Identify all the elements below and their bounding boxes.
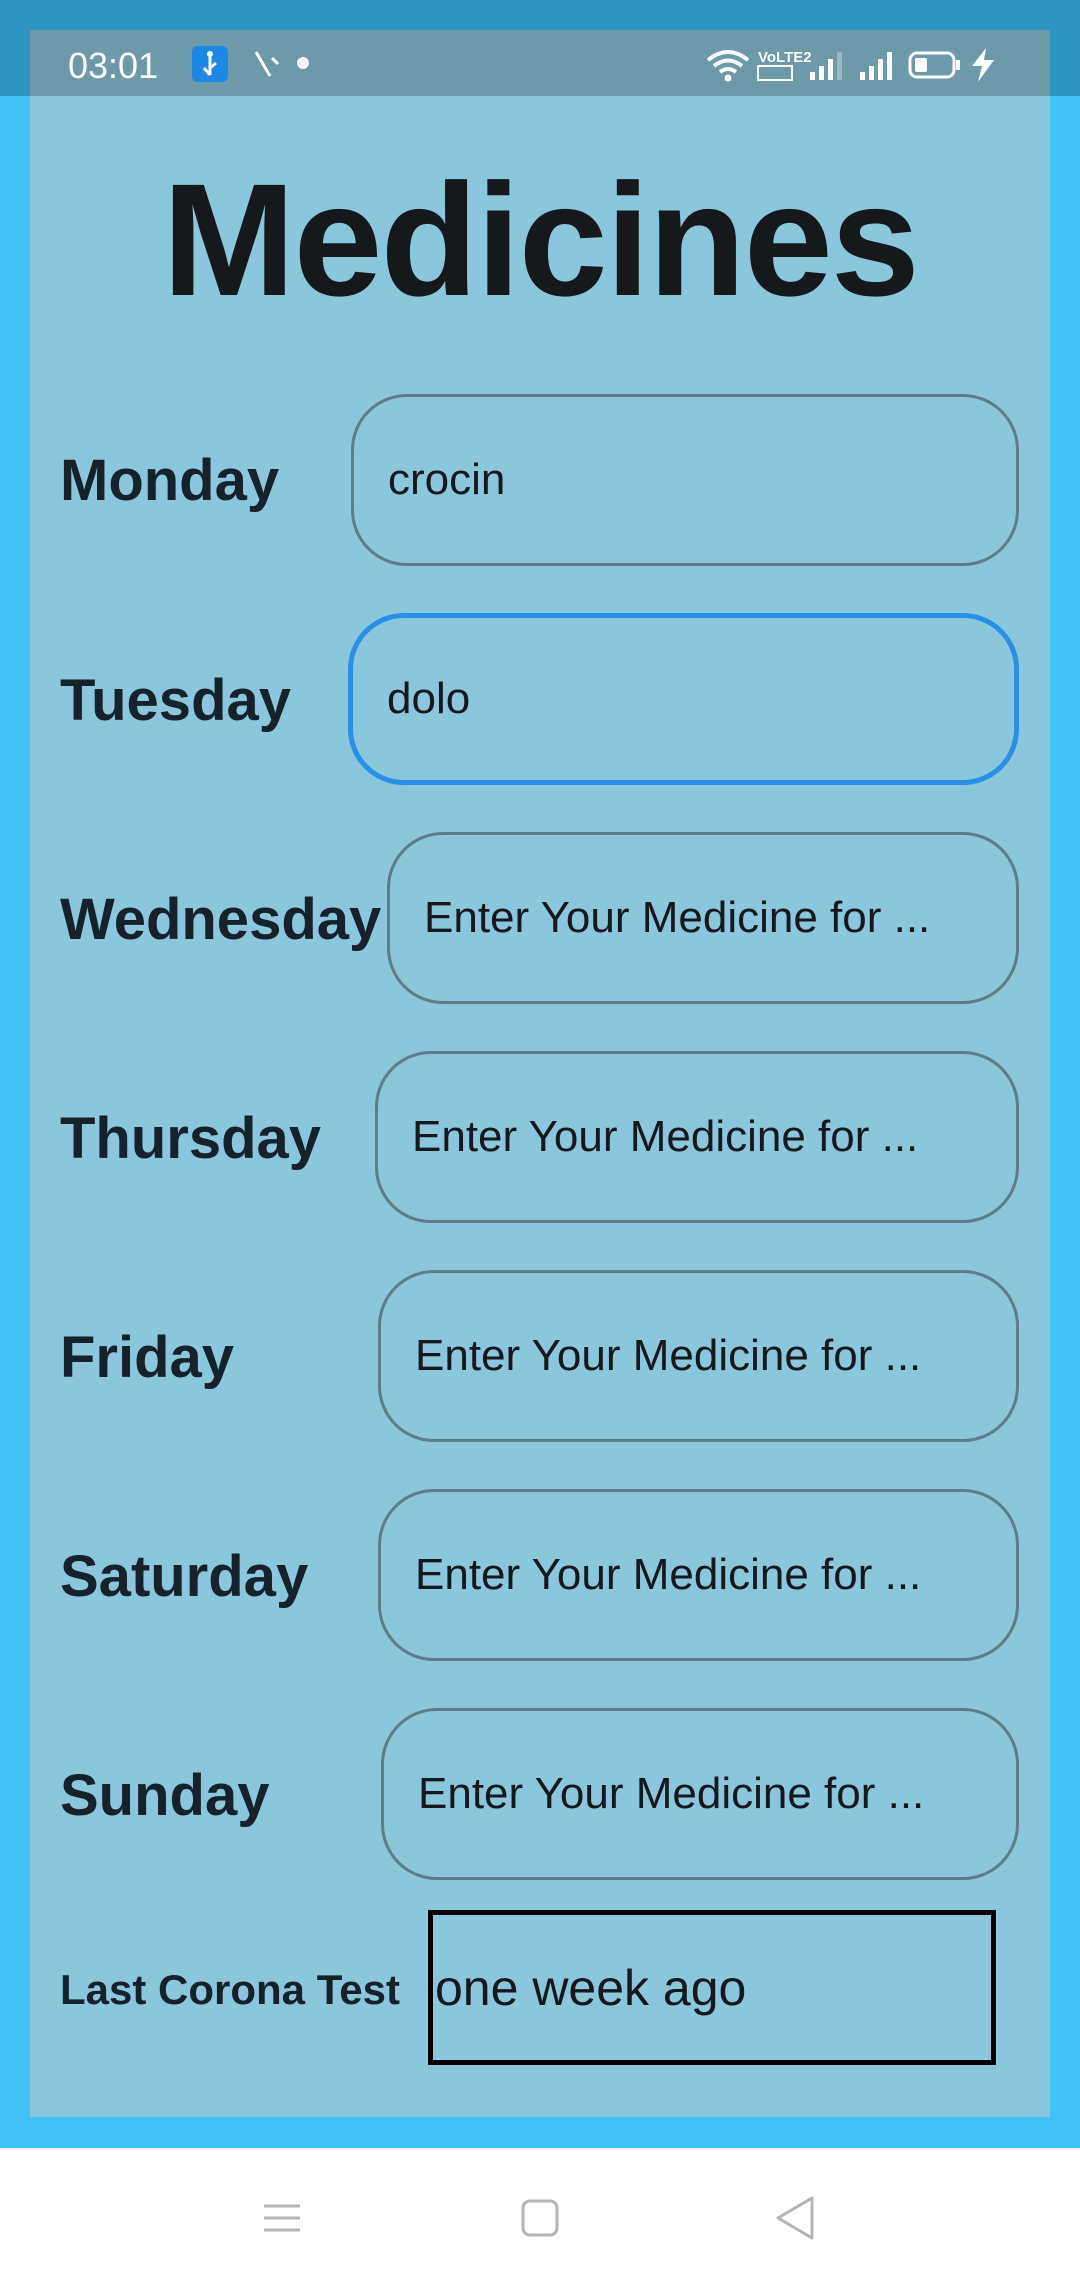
svg-text:VoLTE2: VoLTE2 — [758, 49, 812, 66]
day-label-friday: Friday — [60, 1325, 235, 1390]
usb-icon — [192, 46, 228, 82]
missed-call-icon — [248, 44, 288, 84]
day-label-sunday: Sunday — [60, 1763, 270, 1828]
status-icons: VoLTE2 — [700, 44, 1020, 84]
medicine-input-monday[interactable] — [351, 394, 1019, 566]
page-title: Medicines — [162, 150, 920, 329]
last-corona-test-label: Last Corona Test — [60, 1966, 400, 2013]
wifi-icon — [706, 50, 750, 82]
signal-icon — [810, 52, 842, 80]
status-bar: 03:01 VoLTE2 — [30, 30, 1050, 96]
battery-icon — [908, 51, 960, 79]
day-label-monday: Monday — [60, 448, 280, 513]
medicine-input-tuesday[interactable] — [348, 613, 1019, 785]
notification-dot-icon — [297, 57, 309, 69]
medicine-input-saturday[interactable] — [378, 1489, 1019, 1661]
volte-icon: VoLTE2 — [757, 49, 812, 81]
day-label-thursday: Thursday — [60, 1106, 322, 1171]
day-label-tuesday: Tuesday — [60, 668, 292, 733]
signal-icon-2 — [860, 52, 892, 80]
charging-icon — [972, 48, 994, 82]
status-time: 03:01 — [68, 45, 159, 86]
medicine-input-sunday[interactable] — [381, 1708, 1019, 1880]
medicine-input-wednesday[interactable] — [387, 832, 1019, 1004]
last-corona-test-input[interactable] — [428, 1910, 996, 2065]
back-icon[interactable] — [766, 2188, 826, 2248]
day-label-wednesday: Wednesday — [60, 887, 382, 952]
medicine-input-friday[interactable] — [378, 1270, 1019, 1442]
menu-icon[interactable] — [252, 2188, 312, 2248]
navigation-bar — [0, 2148, 1080, 2280]
medicine-input-thursday[interactable] — [375, 1051, 1019, 1223]
day-label-saturday: Saturday — [60, 1544, 309, 1609]
home-icon[interactable] — [510, 2188, 570, 2248]
